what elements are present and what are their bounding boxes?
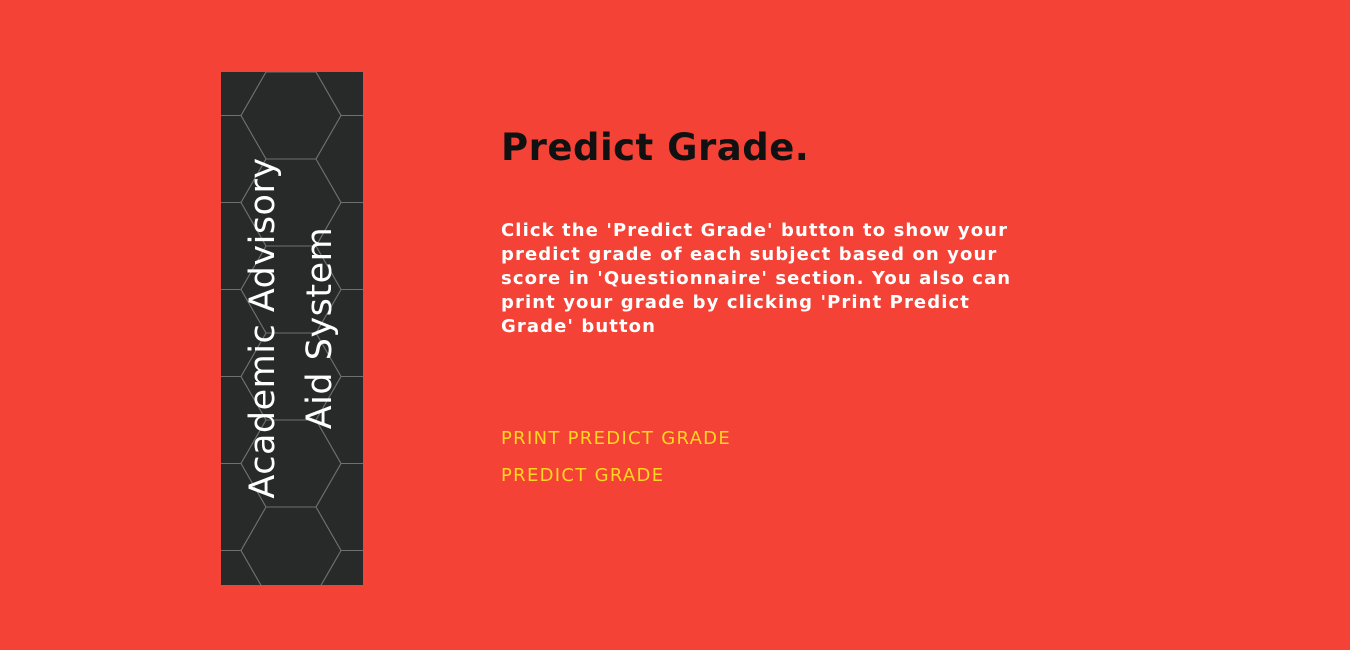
app-title: Academic Advisory Aid System (235, 118, 349, 538)
page-heading: Predict Grade. (501, 126, 810, 169)
app-title-line1: Academic Advisory (243, 157, 283, 499)
hexagon-cell (320, 550, 363, 585)
hexagon-cell (315, 72, 363, 116)
page: Academic Advisory Aid System Predict Gra… (0, 0, 1350, 650)
app-title-line2: Aid System (300, 226, 340, 430)
hexagon-cell (221, 72, 267, 116)
app-banner: Academic Advisory Aid System (221, 72, 363, 585)
predict-grade-button[interactable]: PREDICT GRADE (501, 465, 664, 486)
hexagon-cell (221, 550, 262, 585)
print-predict-grade-button[interactable]: PRINT PREDICT GRADE (501, 428, 731, 449)
page-description: Click the 'Predict Grade' button to show… (501, 220, 1012, 337)
